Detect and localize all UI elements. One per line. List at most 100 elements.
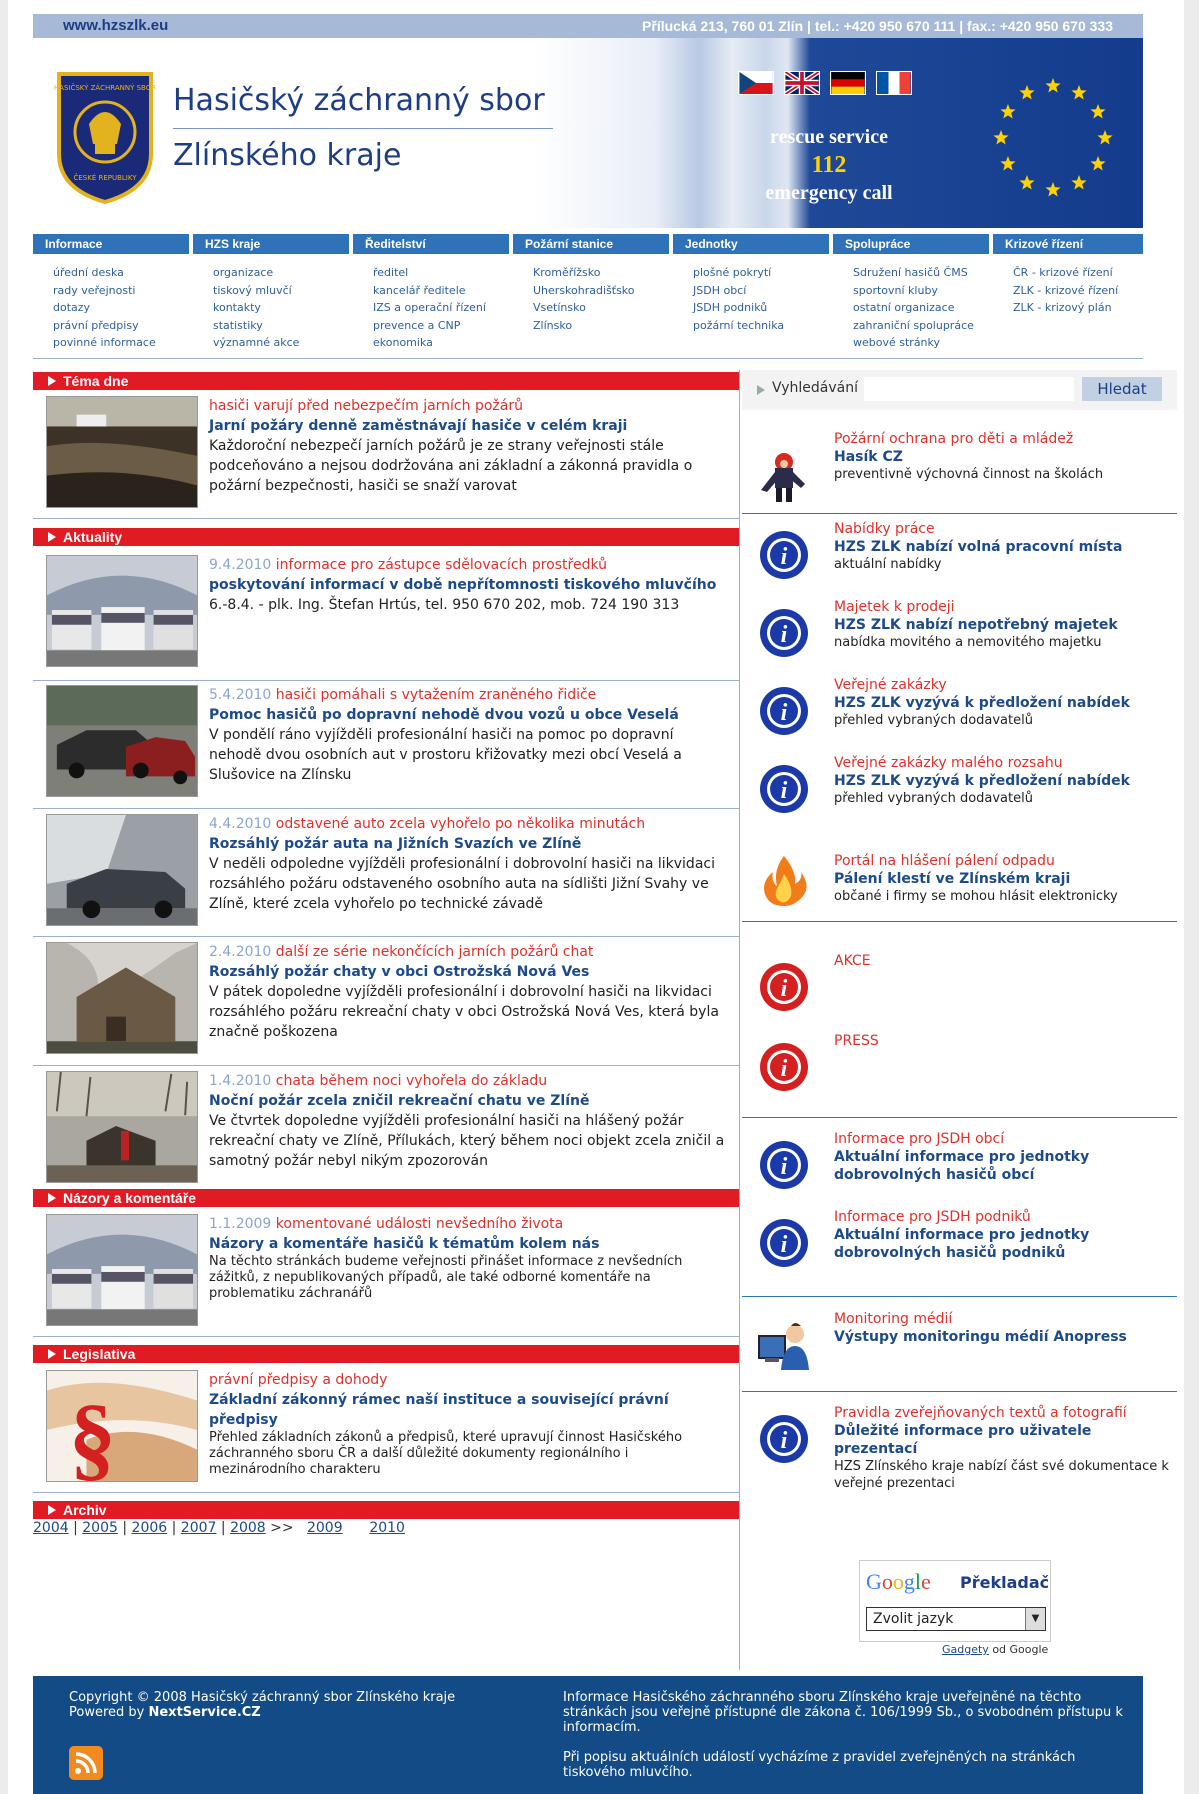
item-title-link[interactable]: Názory a komentáře hasičů k tématům kole… <box>209 1234 729 1254</box>
nav-link[interactable]: požární technika <box>693 317 784 335</box>
promo-kicker[interactable]: Veřejné zakázky <box>834 676 1172 694</box>
promo-kicker[interactable]: Monitoring médií <box>834 1310 1172 1328</box>
car-crash-thumbnail[interactable] <box>46 685 198 797</box>
search-button[interactable]: Hledat <box>1082 377 1162 401</box>
archive-year-link[interactable]: 2008 <box>230 1520 266 1536</box>
nav-link[interactable]: plošné pokrytí <box>693 264 784 282</box>
item-title-link[interactable]: Pomoc hasičů po dopravní nehodě dvou voz… <box>209 705 729 725</box>
nav-link[interactable]: dotazy <box>53 299 156 317</box>
promo-kicker[interactable]: Portál na hlášení pálení odpadu <box>834 852 1172 870</box>
archive-year-link[interactable]: 2007 <box>181 1520 217 1536</box>
nav-link[interactable]: rady veřejnosti <box>53 282 156 300</box>
promo-title-link[interactable]: HZS ZLK vyzývá k předložení nabídek <box>834 772 1172 790</box>
archive-year-link[interactable]: 2006 <box>132 1520 168 1536</box>
monitoring-icon[interactable] <box>757 1318 811 1372</box>
nav-link[interactable]: významné akce <box>213 334 299 352</box>
promo-title-link[interactable]: Výstupy monitoringu médií Anopress <box>834 1328 1172 1346</box>
nav-link[interactable]: právní předpisy <box>53 317 156 335</box>
nav-link[interactable]: ředitel <box>373 264 486 282</box>
info-red-icon[interactable]: i <box>757 1040 811 1094</box>
promo-title-link[interactable]: Pálení klestí ve Zlínském kraji <box>834 870 1172 888</box>
archive-year-link[interactable]: 2009 <box>307 1520 343 1536</box>
nav-tab-pozarni-stanice[interactable]: Požární stanice <box>513 234 669 254</box>
nav-link[interactable]: ČR - krizové řízení <box>1013 264 1118 282</box>
hasik-icon[interactable] <box>757 450 811 504</box>
burning-cottage-thumbnail[interactable] <box>46 942 198 1054</box>
nav-tab-spoluprace[interactable]: Spolupráce <box>833 234 989 254</box>
nav-link[interactable]: ZLK - krizový plán <box>1013 299 1118 317</box>
info-blue-icon[interactable]: i <box>757 1138 811 1192</box>
gadgets-link[interactable]: Gadgety <box>942 1643 989 1656</box>
nav-tab-jednotky[interactable]: Jednotky <box>673 234 829 254</box>
archive-year-link[interactable]: 2004 <box>33 1520 69 1536</box>
promo-kicker[interactable]: Majetek k prodeji <box>834 598 1172 616</box>
promo-title-link[interactable]: Hasík CZ <box>834 448 1172 466</box>
hzs-emblem-logo[interactable]: HASIČSKÝ ZÁCHRANNÝ SBOR ČESKÉ REPUBLIKY <box>51 64 159 204</box>
burned-field-thumbnail[interactable] <box>46 396 198 508</box>
nav-link[interactable]: ekonomika <box>373 334 486 352</box>
promo-title-link[interactable]: Důležité informace pro uživatele prezent… <box>834 1422 1172 1458</box>
czech-flag-icon[interactable] <box>738 71 774 95</box>
archive-year-link[interactable]: 2010 <box>369 1520 405 1536</box>
promo-title-link[interactable]: HZS ZLK nabízí volná pracovní místa <box>834 538 1172 556</box>
info-red-icon[interactable]: i <box>757 960 811 1014</box>
item-title-link[interactable]: Základní zákonný rámec naší instituce a … <box>209 1390 729 1430</box>
promo-kicker[interactable]: Požární ochrana pro děti a mládež <box>834 430 1172 448</box>
nav-tab-reditelstvi[interactable]: Ředitelství <box>353 234 509 254</box>
fire-trucks-thumbnail[interactable] <box>46 1214 198 1326</box>
promo-kicker[interactable]: Nabídky práce <box>834 520 1172 538</box>
destroyed-cottage-thumbnail[interactable] <box>46 1071 198 1183</box>
promo-kicker[interactable]: AKCE <box>834 952 1172 970</box>
item-title-link[interactable]: poskytování informací v době nepřítomnos… <box>209 575 729 595</box>
item-title-link[interactable]: Rozsáhlý požár chaty v obci Ostrožská No… <box>209 962 729 982</box>
site-url-link[interactable]: www.hzszlk.eu <box>63 14 168 38</box>
french-flag-icon[interactable] <box>876 71 912 95</box>
nav-link[interactable]: tiskový mluvčí <box>213 282 299 300</box>
nav-link[interactable]: JSDH podniků <box>693 299 784 317</box>
nav-tab-informace[interactable]: Informace <box>33 234 189 254</box>
nav-link[interactable]: ZLK - krizové řízení <box>1013 282 1118 300</box>
nav-link[interactable]: kontakty <box>213 299 299 317</box>
promo-kicker[interactable]: Informace pro JSDH obcí <box>834 1130 1172 1148</box>
nav-link[interactable]: povinné informace <box>53 334 156 352</box>
promo-kicker[interactable]: Pravidla zveřejňovaných textů a fotograf… <box>834 1404 1172 1422</box>
nav-link[interactable]: úřední deska <box>53 264 156 282</box>
nav-link[interactable]: kancelář ředitele <box>373 282 486 300</box>
promo-kicker[interactable]: Veřejné zakázky malého rozsahu <box>834 754 1172 772</box>
promo-title-link[interactable]: Aktuální informace pro jednotky dobrovol… <box>834 1226 1172 1262</box>
item-title-link[interactable]: Rozsáhlý požár auta na Jižních Svazích v… <box>209 834 729 854</box>
promo-kicker[interactable]: Informace pro JSDH podniků <box>834 1208 1172 1226</box>
nav-link[interactable]: statistiky <box>213 317 299 335</box>
promo-title-link[interactable]: HZS ZLK nabízí nepotřebný majetek <box>834 616 1172 634</box>
fire-icon[interactable] <box>757 852 811 906</box>
info-blue-icon[interactable]: i <box>757 762 811 816</box>
search-input[interactable] <box>864 377 1074 401</box>
nav-link[interactable]: sportovní kluby <box>853 282 974 300</box>
nav-link[interactable]: Sdružení hasičů ČMS <box>853 264 974 282</box>
info-blue-icon[interactable]: i <box>757 1216 811 1270</box>
promo-title-link[interactable]: Aktuální informace pro jednotky dobrovol… <box>834 1148 1172 1184</box>
fire-trucks-thumbnail[interactable] <box>46 555 198 667</box>
german-flag-icon[interactable] <box>830 71 866 95</box>
nav-link[interactable]: JSDH obcí <box>693 282 784 300</box>
archive-year-link[interactable]: 2005 <box>82 1520 118 1536</box>
info-blue-icon[interactable]: i <box>757 1412 811 1466</box>
nav-link[interactable]: IZS a operační řízení <box>373 299 486 317</box>
info-blue-icon[interactable]: i <box>757 606 811 660</box>
nav-link[interactable]: zahraniční spolupráce <box>853 317 974 335</box>
nav-link[interactable]: prevence a CNP <box>373 317 486 335</box>
nav-link[interactable]: webové stránky <box>853 334 974 352</box>
item-title-link[interactable]: Jarní požáry denně zaměstnávají hasiče v… <box>209 416 729 436</box>
language-select[interactable]: Zvolit jazyk ▼ <box>866 1607 1046 1631</box>
nav-link[interactable]: Vsetínsko <box>533 299 635 317</box>
rss-icon[interactable] <box>69 1746 103 1780</box>
nav-link[interactable]: Zlínsko <box>533 317 635 335</box>
info-blue-icon[interactable]: i <box>757 528 811 582</box>
promo-title-link[interactable]: HZS ZLK vyzývá k předložení nabídek <box>834 694 1172 712</box>
nav-tab-hzs-kraje[interactable]: HZS kraje <box>193 234 349 254</box>
nav-link[interactable]: Kroměřížsko <box>533 264 635 282</box>
nav-link[interactable]: organizace <box>213 264 299 282</box>
info-blue-icon[interactable]: i <box>757 684 811 738</box>
nav-link[interactable]: ostatní organizace <box>853 299 974 317</box>
nav-tab-krizove-rizeni[interactable]: Krizové řízení <box>993 234 1143 254</box>
